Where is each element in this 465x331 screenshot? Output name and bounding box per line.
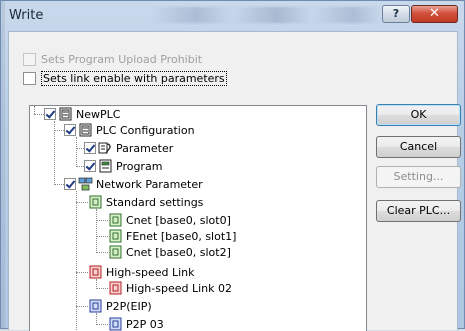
program-icon — [99, 159, 112, 173]
tree-item-p2p-eip[interactable]: P2P(EIP) — [88, 298, 152, 314]
plc-icon — [59, 107, 72, 121]
module-icon — [89, 195, 102, 209]
plc-icon — [79, 123, 92, 137]
tree-item-label: Standard settings — [106, 195, 204, 209]
tree-item-parameter[interactable]: Parameter — [84, 140, 173, 156]
ok-button[interactable]: OK — [376, 104, 461, 126]
module-icon — [109, 229, 122, 243]
window-edge — [1, 1, 5, 330]
tree-item-label: FEnet [base0, slot1] — [126, 229, 237, 243]
tree-item-fenet-slot1[interactable]: FEnet [base0, slot1] — [108, 228, 236, 244]
tree-item-label: NewPLC — [76, 107, 121, 121]
parameter-icon — [98, 142, 111, 154]
link-enable-option: Sets link enable with parameters — [23, 70, 227, 86]
program-checkbox[interactable] — [84, 160, 96, 172]
tree-item-cnet-slot0[interactable]: Cnet [base0, slot0] — [108, 212, 231, 228]
link-enable-label: Sets link enable with parameters — [41, 70, 227, 86]
tree-item-high-speed-link[interactable]: High-speed Link — [88, 264, 195, 280]
tree-item-label: High-speed Link 02 — [126, 281, 232, 295]
link-enable-checkbox[interactable] — [23, 71, 36, 85]
module-icon — [109, 213, 122, 227]
title-bar-blur — [151, 7, 381, 23]
link-red-icon — [89, 265, 102, 279]
write-dialog: Write ? ✕ Sets Program Upload Prohibit S… — [0, 0, 465, 331]
module-icon — [109, 245, 122, 259]
tree-item-program[interactable]: Program — [84, 158, 162, 174]
upload-prohibit-option: Sets Program Upload Prohibit — [23, 51, 202, 67]
link-red-icon — [109, 281, 122, 295]
cancel-button[interactable]: Cancel — [376, 136, 461, 158]
tree-item-plc-configuration[interactable]: PLC Configuration — [64, 122, 195, 138]
setting-button[interactable]: Setting... — [376, 166, 461, 188]
write-tree[interactable]: NewPLC PLC Configuration Parameter Progr… — [29, 105, 367, 331]
close-icon: ✕ — [429, 6, 440, 21]
tree-item-network-parameter[interactable]: Network Parameter — [64, 176, 203, 192]
tree-item-standard-settings[interactable]: Standard settings — [88, 194, 203, 210]
window-title: Write — [9, 8, 44, 23]
p2p-icon — [89, 299, 102, 313]
upload-prohibit-checkbox[interactable] — [23, 52, 36, 66]
help-button[interactable]: ? — [382, 5, 410, 23]
tree-item-label: Parameter — [116, 141, 174, 155]
tree-item-label: Cnet [base0, slot2] — [126, 245, 231, 259]
tree-item-high-speed-link-02[interactable]: High-speed Link 02 — [108, 280, 232, 296]
tree-item-cnet-slot2[interactable]: Cnet [base0, slot2] — [108, 244, 231, 260]
close-button[interactable]: ✕ — [411, 5, 458, 23]
title-bar[interactable]: Write ? ✕ — [1, 1, 464, 31]
plc-configuration-checkbox[interactable] — [64, 124, 76, 136]
parameter-checkbox[interactable] — [84, 142, 96, 154]
newplc-checkbox[interactable] — [44, 108, 56, 120]
tree-item-label: P2P(EIP) — [106, 299, 152, 313]
tree-item-label: Program — [116, 159, 163, 173]
tree-item-label: PLC Configuration — [96, 123, 195, 137]
tree-item-label: High-speed Link — [106, 265, 195, 279]
network-icon — [78, 177, 93, 191]
tree-item-label: Network Parameter — [96, 177, 203, 191]
network-parameter-checkbox[interactable] — [64, 178, 76, 190]
tree-item-label: Cnet [base0, slot0] — [126, 213, 231, 227]
upload-prohibit-label: Sets Program Upload Prohibit — [41, 52, 203, 66]
clear-plc-button[interactable]: Clear PLC... — [376, 200, 461, 222]
dialog-client-area: Sets Program Upload Prohibit Sets link e… — [8, 31, 461, 331]
tree-item-newplc[interactable]: NewPLC — [44, 106, 120, 122]
